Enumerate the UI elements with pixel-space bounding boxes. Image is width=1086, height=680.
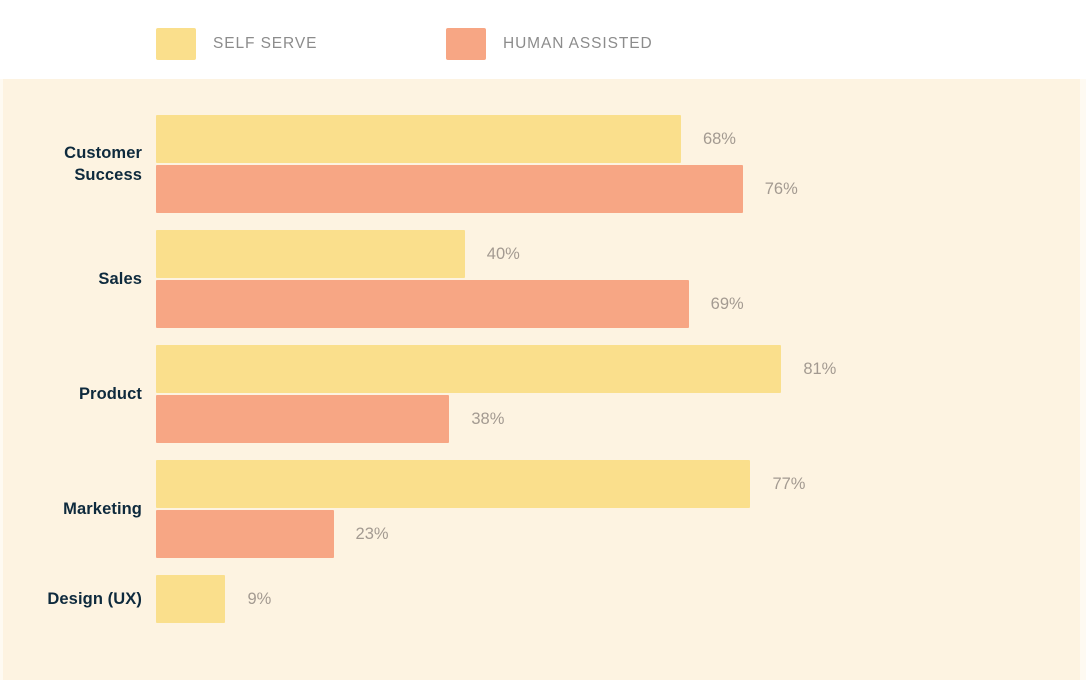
chart-rows: Customer Success 68% 76% Sales 40% 69% Product 8… [0,79,1086,680]
chart-row: Design (UX) 9% [0,575,1086,673]
bar-group: 77% 23% [156,460,1086,558]
legend-swatch-self-serve [156,28,196,60]
legend-item-human-assisted[interactable]: HUMAN ASSISTED [446,28,653,60]
chart-row: Customer Success 68% 76% [0,115,1086,213]
bar-line: 23% [156,510,1086,558]
bar-value-label: 77% [772,474,806,493]
category-label-line: Design (UX) [47,590,142,608]
category-label: Customer Success [0,142,142,186]
legend-label-self-serve: SELF SERVE [213,35,318,52]
bar-value-label: 40% [486,244,520,263]
bar-group: 9% [156,575,1086,623]
category-label-line: Marketing [63,500,142,518]
bar-self-serve[interactable] [156,460,751,508]
bar-value-label: 9% [247,589,272,608]
bar-value-label: 38% [471,409,505,428]
bar-value-label: 23% [355,524,389,543]
legend-swatch-human-assisted [446,28,486,60]
bar-value-label: 69% [710,294,744,313]
bar-line: 9% [156,575,1086,623]
category-label-line: Product [78,385,142,403]
category-label-line: Sales [98,270,142,288]
bar-value-label: 68% [702,129,736,148]
bar-line: 69% [156,280,1086,328]
bar-value-label: 76% [764,179,798,198]
bar-human-assisted[interactable] [156,510,334,558]
legend-label-human-assisted: HUMAN ASSISTED [503,35,653,52]
legend-item-self-serve[interactable]: SELF SERVE [156,28,446,60]
chart-row: Product 81% 38% [0,345,1086,443]
bar-line: 81% [156,345,1086,393]
bar-line: 38% [156,395,1086,443]
bar-group: 40% 69% [156,230,1086,328]
bar-line: 68% [156,115,1086,163]
bar-self-serve[interactable] [156,115,681,163]
chart-legend: SELF SERVE HUMAN ASSISTED [0,0,1086,79]
category-label: Marketing [0,498,142,520]
chart-row: Sales 40% 69% [0,230,1086,328]
bar-line: 77% [156,460,1086,508]
chart-row: Marketing 77% 23% [0,460,1086,558]
category-label: Design (UX) [0,588,142,610]
category-label: Sales [0,268,142,290]
legend-entries: SELF SERVE HUMAN ASSISTED [156,28,653,60]
bar-group: 68% 76% [156,115,1086,213]
category-label-line: Success [74,166,142,184]
bar-human-assisted[interactable] [156,395,450,443]
bar-group: 81% 38% [156,345,1086,443]
bar-self-serve[interactable] [156,575,226,623]
bar-value-label: 81% [803,359,837,378]
bar-self-serve[interactable] [156,345,782,393]
category-label-line: Customer [64,144,142,162]
bar-line: 76% [156,165,1086,213]
bar-line: 40% [156,230,1086,278]
grouped-bar-chart: SELF SERVE HUMAN ASSISTED Customer Succes… [0,0,1086,680]
category-label: Product [0,383,142,405]
bar-self-serve[interactable] [156,230,465,278]
bar-human-assisted[interactable] [156,165,743,213]
bar-human-assisted[interactable] [156,280,689,328]
